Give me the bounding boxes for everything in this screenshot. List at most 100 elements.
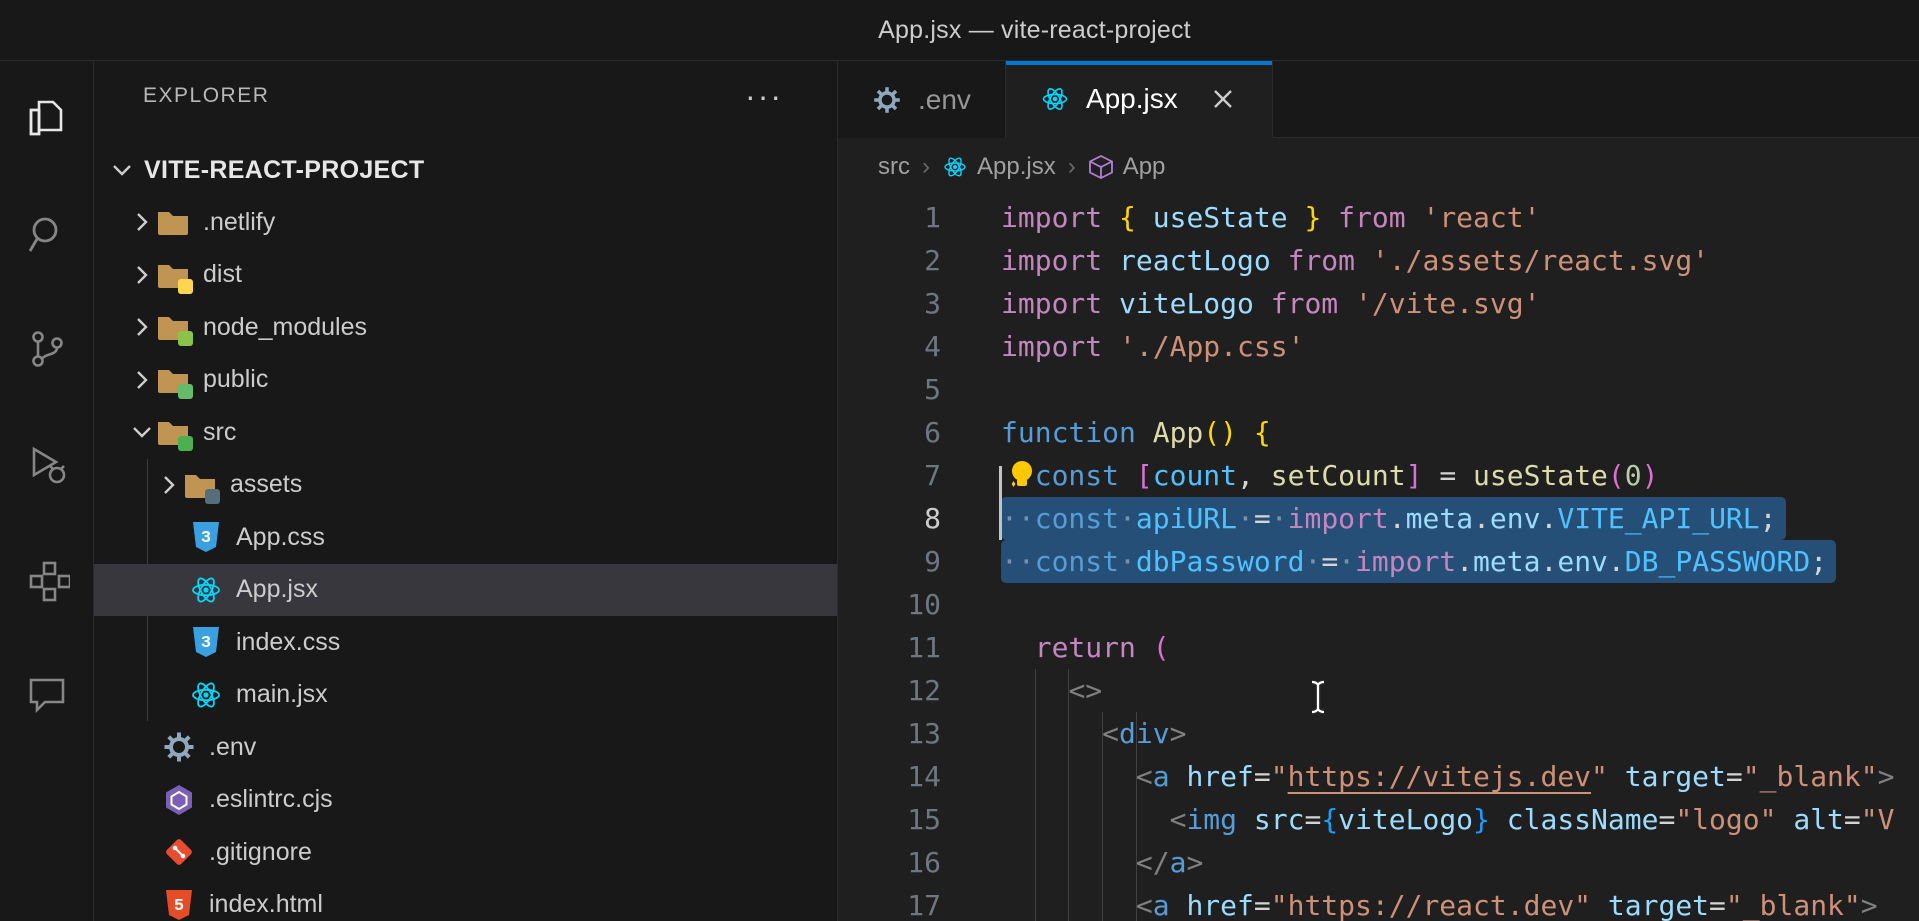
chevron-right-icon: [128, 261, 156, 289]
token: from: [1338, 201, 1405, 234]
react-icon: [189, 678, 223, 712]
token: {: [1254, 416, 1271, 449]
chevron-right-icon: [128, 313, 156, 341]
code-line-3[interactable]: 3import viteLogo from '/vite.svg': [838, 282, 1919, 325]
token: [1001, 717, 1102, 750]
breadcrumb-separator: ›: [1068, 153, 1076, 181]
code-line-2[interactable]: 2import reactLogo from './assets/react.s…: [838, 239, 1919, 282]
line-number: 4: [838, 325, 963, 368]
file-tree: .netlifydistnode_modulespublicsrcassets3…: [94, 196, 837, 921]
close-icon[interactable]: [1208, 84, 1238, 114]
explorer-sidebar: EXPLORER ··· VITE-REACT-PROJECT .netlify…: [94, 61, 838, 921]
activity-extensions-icon[interactable]: [0, 521, 94, 636]
tree-item-label: .gitignore: [209, 838, 312, 867]
token: [1237, 416, 1254, 449]
activity-search-icon[interactable]: [0, 176, 94, 291]
line-number: 2: [838, 239, 963, 282]
activity-run-debug-icon[interactable]: [0, 406, 94, 521]
token: ·: [1338, 545, 1355, 578]
tree-root-label: VITE-REACT-PROJECT: [144, 156, 424, 185]
more-actions-icon[interactable]: ···: [745, 91, 783, 101]
code-line-1[interactable]: 1import { useState } from 'react': [838, 196, 1919, 239]
line-number: 13: [838, 712, 963, 755]
token: 'react': [1422, 201, 1540, 234]
tree-item-src[interactable]: src: [94, 406, 837, 459]
line-number: 16: [838, 841, 963, 884]
tree-item--env[interactable]: .env: [94, 721, 837, 774]
code-line-16[interactable]: 16 </a>: [838, 841, 1919, 884]
token: useState: [1473, 459, 1608, 492]
token: "_blank": [1743, 760, 1878, 793]
html-icon: 5: [162, 888, 196, 921]
code-line-6[interactable]: 6function App() {: [838, 411, 1919, 454]
folder-badge: [178, 279, 193, 294]
token: .: [1540, 545, 1557, 578]
token: target: [1625, 760, 1726, 793]
code-line-9[interactable]: 9··const·dbPassword·=·import.meta.env.DB…: [838, 540, 1919, 583]
lightbulb-icon[interactable]: [1003, 458, 1037, 494]
token: =: [1321, 545, 1338, 578]
code-line-4[interactable]: 4import './App.css': [838, 325, 1919, 368]
token: (): [1203, 416, 1237, 449]
token: {: [1119, 201, 1153, 234]
tree-item--gitignore[interactable]: .gitignore: [94, 826, 837, 879]
code-line-12[interactable]: 12 <>: [838, 669, 1919, 712]
tree-item-main-jsx[interactable]: main.jsx: [94, 669, 837, 722]
token: img: [1186, 803, 1237, 836]
line-text: import viteLogo from '/vite.svg': [1001, 282, 1540, 325]
tree-item-node-modules[interactable]: node_modules: [94, 301, 837, 354]
code-line-13[interactable]: 13 <div>: [838, 712, 1919, 755]
css-icon: 3: [189, 625, 223, 659]
line-number: 10: [838, 583, 963, 626]
tree-item-index-html[interactable]: 5index.html: [94, 879, 837, 921]
token: .: [1389, 502, 1406, 535]
code-line-17[interactable]: 17 <a href="https://react.dev" target="_…: [838, 884, 1919, 921]
token: App: [1153, 416, 1204, 449]
code-line-15[interactable]: 15 <img src={viteLogo} className="logo" …: [838, 798, 1919, 841]
activity-comments-icon[interactable]: [0, 636, 94, 751]
tree-root-vite-react-project[interactable]: VITE-REACT-PROJECT: [94, 144, 837, 196]
tab--env[interactable]: .env: [838, 61, 1006, 138]
line-number: 11: [838, 626, 963, 669]
code-line-14[interactable]: 14 <a href="https://vitejs.dev" target="…: [838, 755, 1919, 798]
breadcrumb-app-jsx[interactable]: App.jsx: [942, 153, 1056, 181]
tree-item-label: public: [203, 365, 268, 394]
token: "V: [1861, 803, 1895, 836]
react-icon: [189, 573, 223, 607]
token: './App.css': [1119, 330, 1304, 363]
tree-item-dist[interactable]: dist: [94, 249, 837, 302]
tree-item-label: dist: [203, 260, 242, 289]
token: import: [1001, 201, 1119, 234]
activity-explorer-icon[interactable]: [0, 61, 94, 176]
token: href: [1186, 760, 1253, 793]
token: href: [1186, 889, 1253, 921]
code-line-10[interactable]: 10: [838, 583, 1919, 626]
token: .: [1541, 502, 1558, 535]
tree-item-assets[interactable]: assets: [94, 459, 837, 512]
code-editor[interactable]: 1import { useState } from 'react'2import…: [838, 196, 1919, 921]
activity-source-control-icon[interactable]: [0, 291, 94, 406]
tree-item-app-jsx[interactable]: App.jsx: [94, 564, 837, 617]
token: [1170, 889, 1187, 921]
code-line-11[interactable]: 11 return (: [838, 626, 1919, 669]
token: a: [1153, 760, 1170, 793]
token: useState: [1153, 201, 1288, 234]
mouse-ibeam-cursor: [1308, 679, 1328, 715]
tab-app-jsx[interactable]: App.jsx: [1006, 61, 1273, 138]
tree-item--netlify[interactable]: .netlify: [94, 196, 837, 249]
tree-item-public[interactable]: public: [94, 354, 837, 407]
token: import: [1288, 502, 1389, 535]
token: ": [1271, 760, 1288, 793]
breadcrumb-src[interactable]: src: [878, 153, 910, 181]
breadcrumb-app[interactable]: App: [1088, 153, 1166, 181]
tree-item-index-css[interactable]: 3index.css: [94, 616, 837, 669]
git-icon: [162, 835, 196, 869]
module-icon: [1088, 154, 1114, 180]
tree-item-app-css[interactable]: 3App.css: [94, 511, 837, 564]
tab-label: App.jsx: [1086, 83, 1178, 115]
react-icon: [1040, 84, 1070, 114]
tree-item--eslintrc-cjs[interactable]: .eslintrc.cjs: [94, 774, 837, 827]
code-line-5[interactable]: 5: [838, 368, 1919, 411]
token: env: [1490, 502, 1541, 535]
token: (: [1608, 459, 1625, 492]
